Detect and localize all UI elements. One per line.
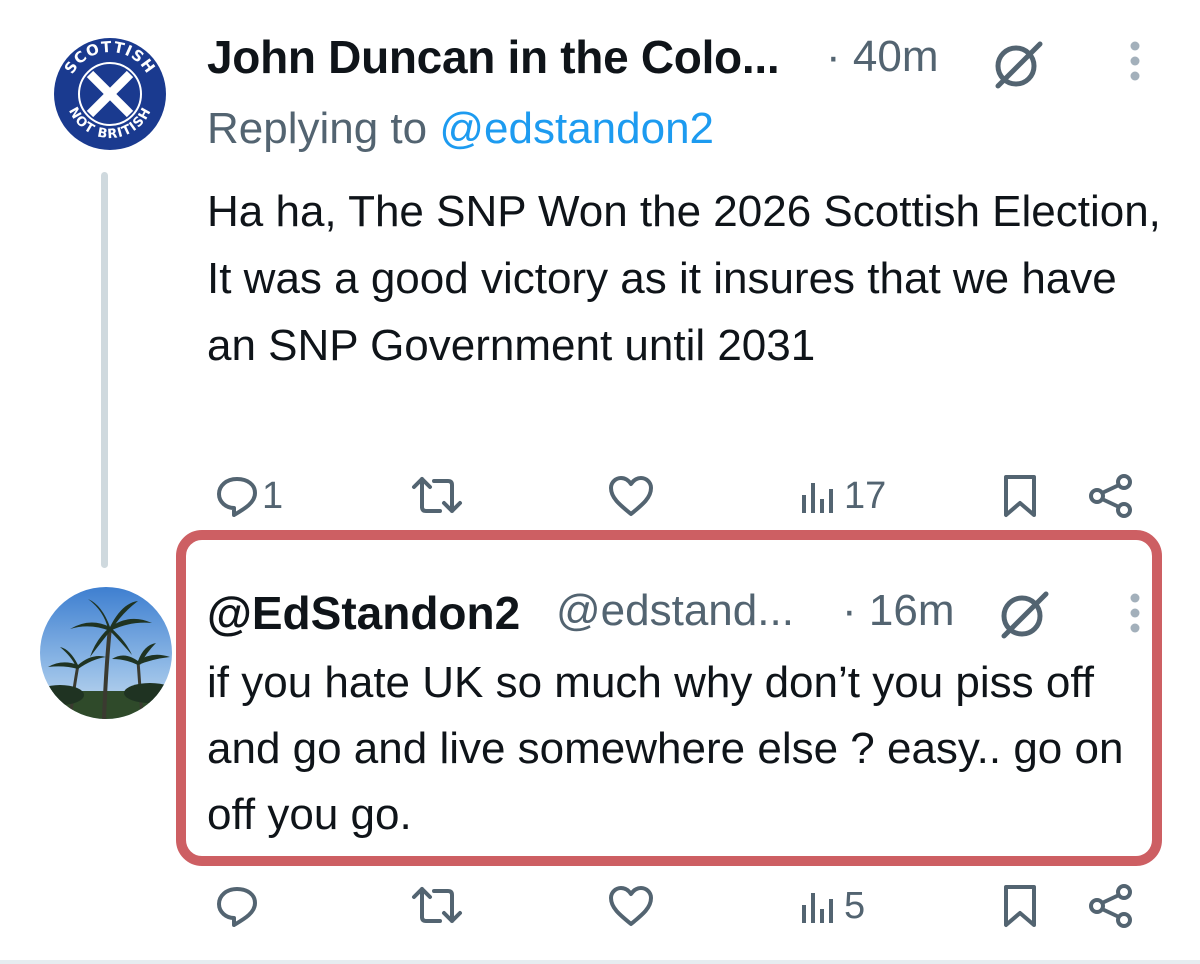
divider [0, 960, 1200, 964]
avatar-scottish-not-british[interactable]: SCOTTISH NOT BRITISH [52, 36, 168, 152]
bookmark-icon [1004, 475, 1036, 517]
tweet-text: if you hate UK so much why don’t you pis… [207, 658, 1124, 839]
grok-icon[interactable] [990, 36, 1046, 92]
reply-count: 1 [262, 474, 284, 517]
views-button[interactable]: 5 [800, 876, 865, 936]
avatar-palm-trees[interactable] [40, 587, 172, 719]
like-icon [609, 476, 653, 516]
share-icon [1089, 884, 1132, 928]
views-icon [802, 893, 833, 923]
grok-icon[interactable] [996, 586, 1052, 642]
retweet-icon [412, 887, 462, 923]
more-options-icon[interactable] [1120, 590, 1150, 640]
retweet-button[interactable] [410, 876, 464, 936]
tweet-actions-bar: 1 17 [200, 466, 1160, 526]
replying-to-handle[interactable]: @edstandon2 [439, 104, 714, 153]
like-button[interactable] [606, 876, 656, 936]
bookmark-icon [1004, 885, 1036, 927]
reply-icon [217, 477, 257, 517]
bookmark-button[interactable] [1000, 466, 1040, 526]
author-display-name[interactable]: John Duncan in the Colo... [207, 30, 780, 84]
views-count: 5 [844, 884, 866, 927]
bookmark-button[interactable] [1000, 876, 1040, 936]
author-handle[interactable]: @edstand... [556, 586, 794, 636]
more-options-icon[interactable] [1120, 38, 1150, 88]
replying-to-line: Replying to @edstandon2 [207, 104, 714, 154]
views-button[interactable]: 17 [800, 466, 886, 526]
thread-connector-line [101, 172, 108, 568]
tweet-actions-bar: 5 [200, 876, 1160, 936]
reply-button[interactable] [214, 876, 260, 936]
retweet-button[interactable] [410, 466, 464, 526]
author-display-name[interactable]: @EdStandon2 [207, 586, 520, 640]
reply-icon [217, 887, 257, 927]
views-icon [802, 483, 833, 513]
share-icon [1089, 474, 1132, 518]
retweet-icon [412, 477, 462, 513]
tweet-timestamp[interactable]: · 16m [842, 586, 954, 636]
share-button[interactable] [1086, 876, 1136, 936]
reply-button[interactable]: 1 [214, 466, 283, 526]
palm-trees-image [40, 587, 172, 719]
replying-to-label: Replying to [207, 104, 428, 153]
tweet-text: Ha ha, The SNP Won the 2026 Scottish Ele… [207, 187, 1161, 370]
tweet-timestamp[interactable]: · 40m [826, 32, 938, 82]
like-icon [609, 886, 653, 926]
share-button[interactable] [1086, 466, 1136, 526]
like-button[interactable] [606, 466, 656, 526]
saltire-badge-icon: SCOTTISH NOT BRITISH [54, 38, 166, 150]
views-count: 17 [844, 474, 887, 517]
